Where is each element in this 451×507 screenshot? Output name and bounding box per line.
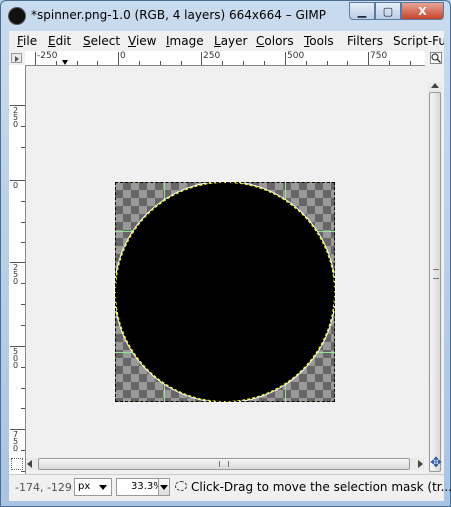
close-button[interactable]: X <box>401 2 444 20</box>
ruler-tick <box>389 61 390 65</box>
ruler-label: 7 5 0 <box>12 430 19 453</box>
ruler-tick <box>327 61 328 65</box>
menu-layer[interactable]: Layer <box>214 34 247 48</box>
image-window-client: File Edit Select View Image Layer Colors… <box>9 31 451 501</box>
menu-file[interactable]: File <box>17 34 37 48</box>
ruler-tick <box>21 408 25 409</box>
ruler-tick <box>21 367 25 368</box>
title-bar[interactable]: *spinner.png-1.0 (RGB, 4 layers) 664x664… <box>1 1 450 31</box>
ruler-tick <box>285 52 286 65</box>
ruler-tick <box>21 126 25 127</box>
window-title: *spinner.png-1.0 (RGB, 4 layers) 664x664… <box>31 8 326 22</box>
ruler-tick <box>21 450 25 451</box>
ruler-tick <box>21 325 25 326</box>
unit-select[interactable]: px <box>74 478 112 496</box>
ruler-tick <box>10 180 25 181</box>
ruler-tick <box>160 61 161 65</box>
image-canvas[interactable] <box>26 66 427 487</box>
ruler-tick <box>201 52 202 65</box>
ruler-label: 500 <box>287 51 305 61</box>
ruler-tick <box>21 222 25 223</box>
ruler-label: 2 5 0 <box>12 263 19 286</box>
ruler-label: 5 0 0 <box>12 347 19 370</box>
menu-image[interactable]: Image <box>166 34 204 48</box>
ruler-label: 750 <box>370 51 388 61</box>
ruler-tick <box>10 105 25 106</box>
pointer-coordinates: -174, -129 <box>15 481 72 494</box>
scroll-up-arrow-icon[interactable] <box>431 83 439 88</box>
ruler-tick <box>21 201 25 202</box>
ruler-tick <box>139 61 140 65</box>
menu-colors[interactable]: Colors <box>256 34 294 48</box>
scroll-right-arrow-icon[interactable] <box>418 460 423 468</box>
pointer-position-marker <box>62 60 68 65</box>
quick-mask-icon[interactable] <box>11 458 23 470</box>
image-boundary <box>115 182 335 402</box>
status-bar: -174, -129 px 33.3% Click-Drag to move t… <box>9 474 451 501</box>
ruler-label: 0 <box>120 51 126 61</box>
horizontal-scrollbar[interactable] <box>26 458 424 470</box>
ruler-tick <box>10 346 25 347</box>
ruler-tick <box>10 262 25 263</box>
vertical-scrollbar[interactable] <box>428 82 442 487</box>
ruler-label: 2 5 0 <box>12 106 19 129</box>
ellipse-select-icon <box>175 481 187 491</box>
ruler-tick <box>410 61 411 65</box>
ruler-tick <box>56 61 57 65</box>
menu-edit[interactable]: Edit <box>48 34 71 48</box>
scroll-row: ✥ <box>9 456 444 472</box>
gimp-window: *spinner.png-1.0 (RGB, 4 layers) 664x664… <box>0 0 451 507</box>
ruler-label: -250 <box>37 51 58 61</box>
ruler-tick <box>368 52 369 65</box>
vertical-scroll-thumb[interactable] <box>429 92 441 472</box>
grip-icon <box>219 461 229 467</box>
ruler-tick <box>77 61 78 65</box>
ruler-tick <box>21 388 25 389</box>
grip-icon <box>433 269 439 279</box>
ruler-tick <box>35 52 36 65</box>
ruler-label: 0 <box>12 181 19 190</box>
ruler-tick <box>264 61 265 65</box>
ruler-tick <box>21 147 25 148</box>
status-message: Click-Drag to move the selection mask (t… <box>191 480 451 494</box>
gimp-app-icon[interactable] <box>9 8 25 24</box>
minimize-button[interactable]: ▁ <box>349 2 375 20</box>
ruler-tick <box>222 61 223 65</box>
zoom-dropdown-button[interactable] <box>158 478 170 496</box>
ruler-tick <box>347 61 348 65</box>
horizontal-ruler[interactable]: -250 0 250 500 750 <box>25 51 425 66</box>
menu-view[interactable]: View <box>128 34 156 48</box>
ruler-tick <box>306 61 307 65</box>
ruler-tick <box>10 429 25 430</box>
menu-filters[interactable]: Filters <box>347 34 383 48</box>
vertical-ruler[interactable]: 2 5 0 0 2 5 0 5 0 0 7 5 0 <box>9 65 26 487</box>
horizontal-scroll-thumb[interactable] <box>38 458 410 470</box>
move-cross-icon[interactable]: ✥ <box>429 456 443 470</box>
scroll-left-arrow-icon[interactable] <box>27 460 32 468</box>
ruler-tick <box>97 61 98 65</box>
menu-script-fu[interactable]: Script-Fu <box>393 34 444 48</box>
menu-select[interactable]: Select <box>83 34 120 48</box>
maximize-button[interactable]: ▢ <box>375 2 401 20</box>
ruler-row: -250 0 250 500 750 <box>9 51 444 66</box>
ruler-tick <box>21 304 25 305</box>
navigate-icon[interactable] <box>430 52 442 64</box>
ruler-tick <box>21 242 25 243</box>
ruler-label: 250 <box>203 51 221 61</box>
image-menu-button[interactable] <box>11 53 22 63</box>
ruler-tick <box>181 61 182 65</box>
menu-tools[interactable]: Tools <box>304 34 334 48</box>
window-controls: ▁ ▢ X <box>349 2 444 20</box>
chevron-down-icon <box>99 485 107 490</box>
ruler-tick <box>118 52 119 65</box>
ruler-tick <box>21 283 25 284</box>
ruler-tick <box>243 61 244 65</box>
unit-value: px <box>78 481 91 492</box>
menu-bar: File Edit Select View Image Layer Colors… <box>9 31 444 51</box>
